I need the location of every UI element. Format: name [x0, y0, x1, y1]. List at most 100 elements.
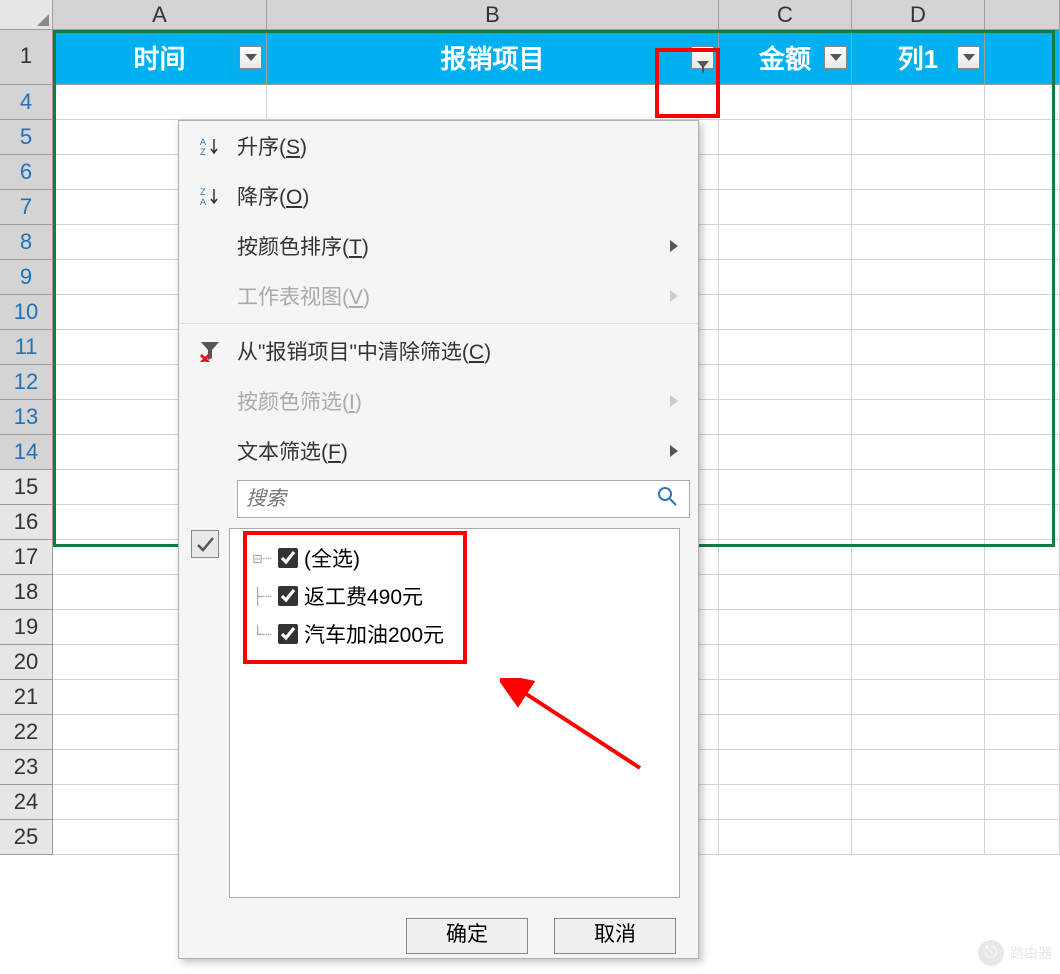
header-cell-extra[interactable] [985, 30, 1060, 85]
checkbox-item-0[interactable] [278, 586, 298, 606]
cell[interactable] [985, 715, 1060, 750]
cell[interactable] [985, 225, 1060, 260]
cell[interactable] [852, 85, 985, 120]
row-header[interactable]: 18 [0, 575, 53, 610]
cell[interactable] [985, 330, 1060, 365]
cell[interactable] [719, 575, 852, 610]
cell[interactable] [985, 85, 1060, 120]
row-header[interactable]: 5 [0, 120, 53, 155]
cell[interactable] [719, 155, 852, 190]
select-all-corner[interactable] [0, 0, 53, 30]
sort-ascending[interactable]: AZ 升序(S) [179, 121, 698, 171]
cell[interactable] [985, 505, 1060, 540]
sort-descending[interactable]: ZA 降序(O) [179, 171, 698, 221]
cell[interactable] [985, 155, 1060, 190]
check-node-all[interactable]: ⊟┈ (全选) [242, 539, 667, 577]
cell[interactable] [985, 680, 1060, 715]
cell[interactable] [852, 190, 985, 225]
row-header[interactable]: 17 [0, 540, 53, 575]
row-header[interactable]: 4 [0, 85, 53, 120]
row-header[interactable]: 20 [0, 645, 53, 680]
cell[interactable] [852, 575, 985, 610]
cell[interactable] [852, 540, 985, 575]
cell[interactable] [985, 610, 1060, 645]
clear-filter[interactable]: 从"报销项目"中清除筛选(C) [179, 326, 698, 376]
cell[interactable] [719, 120, 852, 155]
cell[interactable] [985, 400, 1060, 435]
sort-by-color[interactable]: 按颜色排序(T) [179, 221, 698, 271]
filter-search-input[interactable] [237, 480, 690, 518]
cell[interactable] [852, 785, 985, 820]
cell[interactable] [852, 505, 985, 540]
checkbox-item-1[interactable] [278, 624, 298, 644]
cell[interactable] [852, 295, 985, 330]
cancel-button[interactable]: 取消 [554, 918, 676, 954]
row-header[interactable]: 14 [0, 435, 53, 470]
ok-button[interactable]: 确定 [406, 918, 528, 954]
header-cell-amount[interactable]: 金额 [719, 30, 852, 85]
filter-button-A[interactable] [239, 46, 262, 69]
col-header-B[interactable]: B [267, 0, 719, 30]
cell[interactable] [985, 190, 1060, 225]
row-header[interactable]: 11 [0, 330, 53, 365]
cell[interactable] [719, 400, 852, 435]
cell[interactable] [852, 400, 985, 435]
cell[interactable] [852, 680, 985, 715]
checkbox-all[interactable] [278, 548, 298, 568]
cell[interactable] [985, 120, 1060, 155]
cell[interactable] [852, 155, 985, 190]
row-header[interactable]: 21 [0, 680, 53, 715]
col-header-E[interactable] [985, 0, 1060, 30]
cell[interactable] [852, 715, 985, 750]
cell[interactable] [719, 330, 852, 365]
cell[interactable] [985, 260, 1060, 295]
row-header-1[interactable]: 1 [0, 30, 53, 85]
row-header[interactable]: 25 [0, 820, 53, 855]
cell[interactable] [719, 470, 852, 505]
col-header-A[interactable]: A [53, 0, 267, 30]
col-header-D[interactable]: D [852, 0, 985, 30]
cell[interactable] [852, 610, 985, 645]
filter-button-D[interactable] [957, 46, 980, 69]
cell[interactable] [719, 260, 852, 295]
cell[interactable] [719, 610, 852, 645]
cell[interactable] [719, 365, 852, 400]
row-header[interactable]: 9 [0, 260, 53, 295]
cell[interactable] [719, 295, 852, 330]
cell[interactable] [53, 85, 267, 120]
cell[interactable] [852, 435, 985, 470]
cell[interactable] [719, 505, 852, 540]
filter-button-B[interactable] [691, 46, 714, 69]
cell[interactable] [985, 785, 1060, 820]
cell[interactable] [719, 645, 852, 680]
cell[interactable] [719, 435, 852, 470]
cell[interactable] [852, 820, 985, 855]
cell[interactable] [985, 365, 1060, 400]
row-header[interactable]: 19 [0, 610, 53, 645]
cell[interactable] [985, 575, 1060, 610]
row-header[interactable]: 16 [0, 505, 53, 540]
cell[interactable] [719, 680, 852, 715]
filter-button-C[interactable] [824, 46, 847, 69]
row-header[interactable]: 6 [0, 155, 53, 190]
row-header[interactable]: 22 [0, 715, 53, 750]
cell[interactable] [719, 225, 852, 260]
cell[interactable] [267, 85, 719, 120]
cell[interactable] [985, 435, 1060, 470]
row-header[interactable]: 24 [0, 785, 53, 820]
cell[interactable] [852, 470, 985, 505]
header-cell-time[interactable]: 时间 [53, 30, 267, 85]
cell[interactable] [852, 750, 985, 785]
cell[interactable] [719, 750, 852, 785]
cell[interactable] [985, 820, 1060, 855]
check-all-button[interactable] [191, 530, 219, 558]
row-header[interactable]: 15 [0, 470, 53, 505]
cell[interactable] [852, 260, 985, 295]
cell[interactable] [852, 225, 985, 260]
cell[interactable] [852, 365, 985, 400]
cell[interactable] [719, 190, 852, 225]
check-node-item[interactable]: ├┈ 返工费490元 [242, 577, 667, 615]
row-header[interactable]: 7 [0, 190, 53, 225]
cell[interactable] [852, 330, 985, 365]
header-cell-col1[interactable]: 列1 [852, 30, 985, 85]
